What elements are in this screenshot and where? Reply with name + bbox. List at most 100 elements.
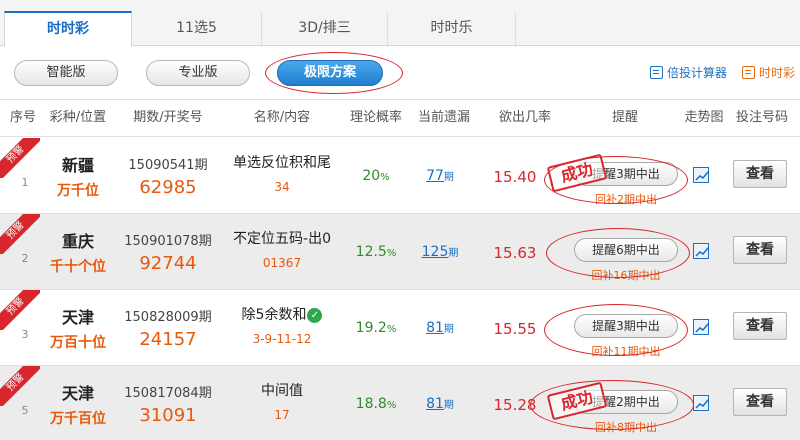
plan-content: 34 <box>274 180 290 194</box>
probability-value: 18.8 <box>355 396 387 412</box>
extreme-plan-button[interactable]: 极限方案 <box>277 60 383 86</box>
trend-chart-icon[interactable] <box>693 243 709 259</box>
odds-value: 15.28 <box>493 396 537 414</box>
miss-unit: 期 <box>448 248 459 259</box>
backfill-text: 回补2期中出 <box>595 193 657 206</box>
header-probability: 理论概率 <box>349 110 402 125</box>
pro-version-button[interactable]: 专业版 <box>146 60 250 86</box>
position-label: 千十个位 <box>50 259 106 275</box>
view-button[interactable]: 查看 <box>733 160 787 188</box>
probability-value: 12.5 <box>355 244 387 260</box>
row-index: 2 <box>21 252 29 265</box>
miss-unit: 期 <box>443 172 454 183</box>
header-odds: 欲出几率 <box>498 110 551 125</box>
probability-value: 19.2 <box>355 320 387 336</box>
plan-content: 3-9-11-12 <box>252 332 312 346</box>
warning-ribbon: 预警 <box>0 214 40 254</box>
draw-number: 31091 <box>139 405 197 426</box>
miss-link[interactable]: 77 <box>426 168 444 184</box>
tab-11x5[interactable]: 11选5 <box>132 12 262 47</box>
header-reminder: 提醒 <box>611 110 638 125</box>
backfill-text: 回补16期中出 <box>591 269 661 282</box>
ssc-link-label: 时时彩 <box>759 66 796 80</box>
theoretical-probability: 20% <box>344 168 408 184</box>
plan-name: 中间值 <box>261 383 303 399</box>
odds-value: 15.63 <box>493 244 537 262</box>
header-current-miss: 当前遗漏 <box>417 110 470 125</box>
backfill-text: 回补8期中出 <box>595 421 657 434</box>
row-index: 3 <box>21 328 29 341</box>
miss-link[interactable]: 125 <box>422 244 449 260</box>
tab-ssc[interactable]: 时时彩 <box>4 11 132 47</box>
miss-unit: 期 <box>443 324 454 335</box>
trend-chart-icon[interactable] <box>693 395 709 411</box>
multiplier-calculator-label: 倍投计算器 <box>667 66 728 80</box>
plan-content: 01367 <box>262 256 302 270</box>
lottery-tab-bar: 时时彩 11选5 3D/排三 时时乐 <box>0 0 800 47</box>
view-button[interactable]: 查看 <box>733 236 787 264</box>
region-name: 重庆 <box>61 232 94 251</box>
miss-link[interactable]: 81 <box>426 396 444 412</box>
tab-ssl[interactable]: 时时乐 <box>388 12 516 47</box>
warning-ribbon-label: 预警 <box>0 366 40 406</box>
header-index: 序号 <box>9 110 36 125</box>
smart-version-button[interactable]: 智能版 <box>14 60 118 86</box>
draw-number: 24157 <box>139 329 197 350</box>
miss-unit: 期 <box>443 400 454 411</box>
ssc-link[interactable]: 时时彩 <box>742 64 795 81</box>
draw-number: 92744 <box>139 253 197 274</box>
row-index: 1 <box>21 176 29 189</box>
view-button[interactable]: 查看 <box>733 312 787 340</box>
trend-chart-icon[interactable] <box>693 167 709 183</box>
success-stamp: 成功 <box>546 381 608 421</box>
region-name: 天津 <box>61 384 94 403</box>
reminder-button[interactable]: 提醒3期中出 <box>574 314 678 338</box>
table-row: 预警 1 新疆 万千位 15090541期 62985 单选反位积和尾 34 2… <box>0 138 800 214</box>
odds-value: 15.40 <box>493 168 537 186</box>
current-miss: 125期 <box>408 244 472 260</box>
view-button[interactable]: 查看 <box>733 388 787 416</box>
period-number: 150817084期 <box>124 386 212 401</box>
plan-content: 17 <box>274 408 290 422</box>
toolbar: 智能版 专业版 极限方案 倍投计算器 时时彩 <box>0 47 800 99</box>
trend-chart-icon[interactable] <box>693 319 709 335</box>
probability-value: 20 <box>362 168 381 184</box>
header-trend: 走势图 <box>684 110 724 125</box>
current-miss: 77期 <box>408 168 472 184</box>
reminder-button[interactable]: 提醒6期中出 <box>574 238 678 262</box>
success-stamp: 成功 <box>546 153 608 193</box>
odds-value: 15.55 <box>493 320 537 338</box>
table-row: 预警 2 重庆 千十个位 150901078期 92744 不定位五码-出0 0… <box>0 214 800 290</box>
backfill-text: 回补11期中出 <box>591 345 661 358</box>
position-label: 万百十位 <box>50 335 106 351</box>
period-number: 150828009期 <box>124 310 212 325</box>
warning-ribbon-label: 预警 <box>0 214 40 254</box>
table-row: 预警 3 天津 万百十位 150828009期 24157 除5余数和 ✓ 3-9… <box>0 290 800 366</box>
table-row: 预警 5 天津 万千百位 150817084期 31091 中间值 17 18.… <box>0 366 800 440</box>
miss-link[interactable]: 81 <box>426 320 444 336</box>
warning-ribbon: 预警 <box>0 138 40 178</box>
table-header: 序号 彩种/位置 期数/开奖号 名称/内容 理论概率 当前遗漏 欲出几率 提醒 … <box>0 99 800 137</box>
period-number: 15090541期 <box>128 158 208 173</box>
probability-unit: % <box>380 172 390 183</box>
calculator-icon <box>650 66 663 79</box>
plan-name: 不定位五码-出0 <box>233 231 331 247</box>
check-shield-icon: ✓ <box>307 308 323 323</box>
region-name: 新疆 <box>61 156 94 175</box>
theoretical-probability: 18.8% <box>344 396 408 412</box>
warning-ribbon-label: 预警 <box>0 290 40 330</box>
warning-ribbon: 预警 <box>0 366 40 406</box>
plan-name: 除5余数和 ✓ <box>220 304 344 324</box>
multiplier-calculator-link[interactable]: 倍投计算器 <box>650 64 727 81</box>
warning-ribbon-label: 预警 <box>0 138 40 178</box>
draw-number: 62985 <box>139 177 197 198</box>
position-label: 万千位 <box>57 183 99 199</box>
probability-unit: % <box>386 324 397 335</box>
current-miss: 81期 <box>408 320 472 336</box>
theoretical-probability: 19.2% <box>344 320 408 336</box>
plan-name-text: 除5余数和 <box>241 307 307 323</box>
header-period-draw: 期数/开奖号 <box>133 110 203 125</box>
probability-unit: % <box>386 400 397 411</box>
tab-3d-p3[interactable]: 3D/排三 <box>262 12 388 47</box>
theoretical-probability: 12.5% <box>344 244 408 260</box>
